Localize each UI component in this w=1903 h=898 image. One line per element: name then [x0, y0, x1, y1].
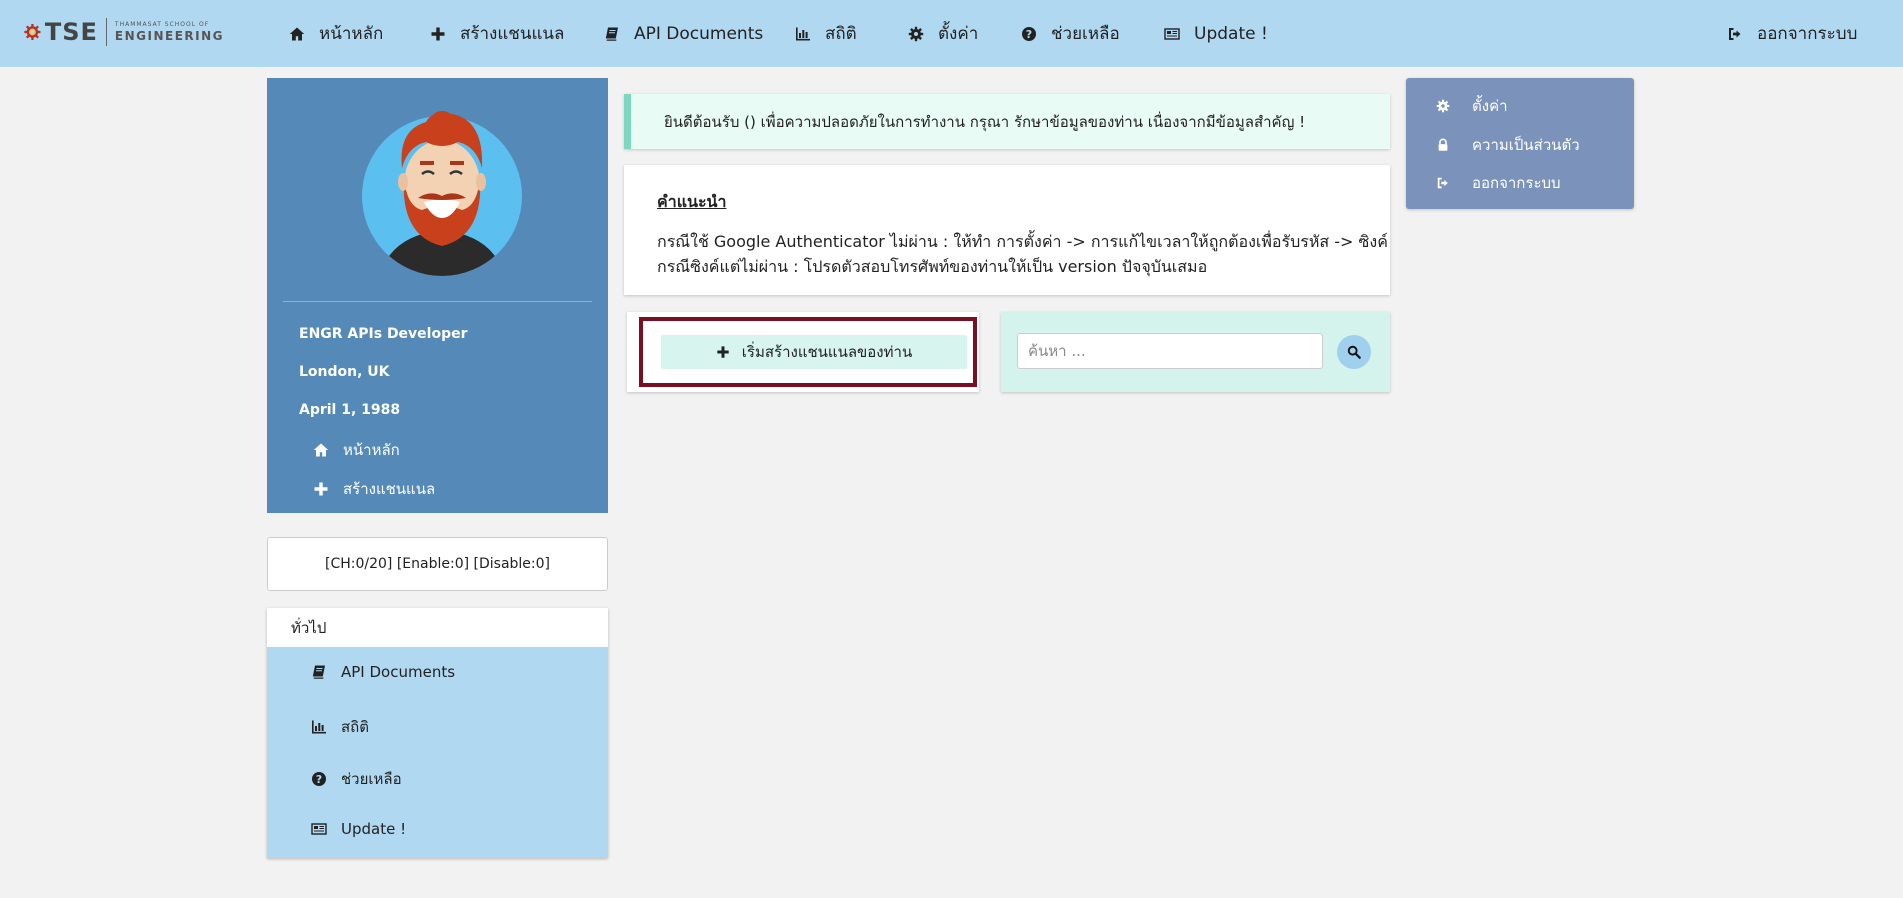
- nav-help[interactable]: ? ช่วยเหลือ: [1021, 0, 1120, 67]
- question-circle-icon: ?: [1021, 26, 1037, 42]
- gear-logo-icon: [24, 23, 41, 41]
- logo-main-text: TSE: [44, 18, 98, 46]
- profile-birthdate: April 1, 1988: [299, 402, 401, 418]
- logo-sub-bottom: ENGINEERING: [114, 29, 224, 43]
- nav-stats-label: สถิติ: [825, 24, 857, 44]
- logo-subtitle: THAMMASAT SCHOOL OF ENGINEERING: [114, 21, 224, 43]
- newspaper-icon: [1164, 26, 1180, 42]
- svg-text:?: ?: [1026, 28, 1032, 41]
- general-item-api-documents-label: API Documents: [341, 663, 456, 681]
- advice-line-1: กรณีใช้ Google Authenticator ไม่ผ่าน : ใ…: [657, 232, 1388, 251]
- nav-logout[interactable]: ออกจากระบบ: [1727, 0, 1857, 67]
- nav-logout-label: ออกจากระบบ: [1757, 24, 1858, 44]
- logo-divider: [105, 18, 107, 46]
- general-menu-list: API Documents สถิติ ? ช่วยเหลือ Update !: [267, 647, 608, 858]
- account-menu: ตั้งค่า ความเป็นส่วนตัว ออกจากระบบ: [1406, 78, 1634, 209]
- general-item-stats-label: สถิติ: [341, 718, 369, 736]
- search-button[interactable]: [1337, 335, 1371, 369]
- nav-stats[interactable]: สถิติ: [795, 0, 857, 67]
- general-item-stats[interactable]: สถิติ: [311, 715, 369, 739]
- book-icon: [311, 664, 327, 680]
- newspaper-icon: [311, 821, 327, 837]
- nav-update-label: Update !: [1194, 23, 1268, 44]
- general-item-update-label: Update !: [341, 820, 407, 838]
- advice-card: คำแนะนำ กรณีใช้ Google Authenticator ไม่…: [624, 165, 1390, 295]
- plus-icon: [313, 481, 329, 497]
- home-icon: [313, 442, 329, 458]
- general-item-update[interactable]: Update !: [311, 820, 406, 838]
- profile-link-create-channel[interactable]: สร้างแชนแนล: [313, 477, 435, 501]
- advice-title: คำแนะนำ: [657, 192, 727, 211]
- nav-settings-label: ตั้งค่า: [938, 24, 979, 44]
- account-menu-logout-label: ออกจากระบบ: [1472, 174, 1561, 192]
- profile-location: London, UK: [299, 364, 390, 380]
- nav-create-channel-label: สร้างแชนแนล: [460, 24, 565, 44]
- svg-text:?: ?: [316, 773, 322, 786]
- nav-home-label: หน้าหลัก: [319, 24, 384, 44]
- nav-api-documents-label: API Documents: [634, 23, 764, 44]
- account-menu-privacy-label: ความเป็นส่วนตัว: [1472, 136, 1580, 154]
- start-create-channel-button[interactable]: เริ่มสร้างแชนแนลของท่าน: [661, 335, 967, 369]
- top-navbar: TSE THAMMASAT SCHOOL OF ENGINEERING หน้า…: [0, 0, 1903, 67]
- start-create-channel-label: เริ่มสร้างแชนแนลของท่าน: [741, 343, 913, 361]
- plus-icon: [716, 345, 730, 359]
- nav-api-documents[interactable]: API Documents: [604, 0, 763, 67]
- general-item-api-documents[interactable]: API Documents: [311, 663, 455, 681]
- profile-link-home-label: หน้าหลัก: [343, 441, 400, 459]
- general-item-help-label: ช่วยเหลือ: [341, 770, 402, 788]
- profile-divider: [283, 301, 592, 302]
- lock-icon: [1436, 138, 1450, 152]
- account-menu-privacy[interactable]: ความเป็นส่วนตัว: [1436, 133, 1580, 157]
- profile-card: ENGR APIs Developer London, UK April 1, …: [267, 78, 608, 513]
- advice-line-2: กรณีซิงค์แต่ไม่ผ่าน : โปรดตัวสอบโทรศัพท์…: [657, 257, 1208, 276]
- profile-role: ENGR APIs Developer: [299, 326, 468, 342]
- avatar: [362, 111, 522, 276]
- account-menu-settings[interactable]: ตั้งค่า: [1436, 94, 1508, 118]
- plus-icon: [430, 26, 446, 42]
- nav-update[interactable]: Update !: [1164, 0, 1268, 67]
- search-input[interactable]: [1017, 333, 1323, 369]
- general-menu-heading: ทั่วไป: [267, 608, 608, 647]
- welcome-alert: ยินดีต้อนรับ () เพื่อความปลอดภัยในการทำง…: [624, 94, 1390, 149]
- profile-link-home[interactable]: หน้าหลัก: [313, 438, 400, 462]
- logo-sub-top: THAMMASAT SCHOOL OF: [114, 21, 210, 28]
- channel-counts: [CH:0/20] [Enable:0] [Disable:0]: [267, 537, 608, 591]
- nav-home[interactable]: หน้าหลัก: [289, 0, 383, 67]
- sign-out-icon: [1436, 176, 1450, 190]
- nav-help-label: ช่วยเหลือ: [1051, 24, 1120, 44]
- gear-icon: [908, 26, 924, 42]
- bar-chart-icon: [311, 719, 327, 735]
- gear-icon: [1436, 99, 1450, 113]
- account-menu-settings-label: ตั้งค่า: [1472, 97, 1508, 115]
- bar-chart-icon: [795, 26, 811, 42]
- book-icon: [604, 26, 620, 42]
- search-icon: [1347, 345, 1361, 359]
- nav-settings[interactable]: ตั้งค่า: [908, 0, 978, 67]
- general-item-help[interactable]: ? ช่วยเหลือ: [311, 767, 402, 791]
- question-circle-icon: ?: [311, 771, 327, 787]
- account-menu-logout[interactable]: ออกจากระบบ: [1436, 171, 1561, 195]
- nav-create-channel[interactable]: สร้างแชนแนล: [430, 0, 564, 67]
- tse-logo[interactable]: TSE THAMMASAT SCHOOL OF ENGINEERING: [24, 10, 224, 54]
- create-channel-panel: เริ่มสร้างแชนแนลของท่าน: [627, 312, 979, 392]
- search-panel: [1001, 312, 1390, 392]
- sign-out-icon: [1727, 26, 1743, 42]
- general-menu: ทั่วไป API Documents สถิติ ? ช่วยเหลือ U…: [267, 608, 608, 858]
- highlight-frame: เริ่มสร้างแชนแนลของท่าน: [639, 317, 977, 387]
- profile-link-create-channel-label: สร้างแชนแนล: [343, 480, 436, 498]
- home-icon: [289, 26, 305, 42]
- logo-wordmark: TSE THAMMASAT SCHOOL OF ENGINEERING: [45, 18, 224, 46]
